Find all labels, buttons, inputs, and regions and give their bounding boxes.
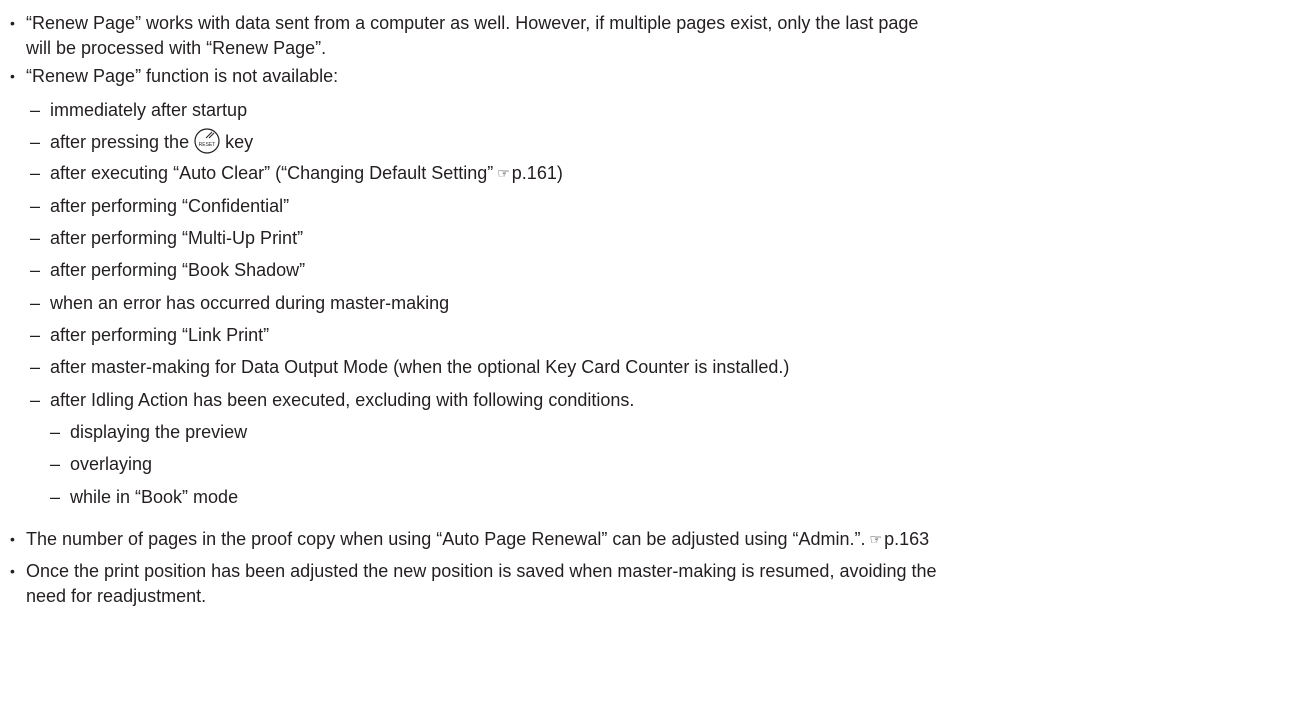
dash-marker: – xyxy=(30,228,41,248)
reset-key-icon: RESET xyxy=(193,127,221,155)
page-reference: p.161) xyxy=(511,163,563,183)
dash-marker: – xyxy=(30,196,41,216)
bullet-marker: • xyxy=(10,15,15,31)
exception-item: overlaying xyxy=(70,454,153,474)
bullet-2-line-1: “Renew Page” function is not available: xyxy=(26,66,339,86)
dash-marker: – xyxy=(50,454,61,474)
bullet-1-line-2: will be processed with “Renew Page”. xyxy=(26,37,326,61)
condition-item: after master-making for Data Output Mode… xyxy=(50,357,790,377)
note-1-text: The number of pages in the proof copy wh… xyxy=(26,529,866,549)
dash-marker: – xyxy=(50,487,61,507)
condition-item: after performing “Multi-Up Print” xyxy=(50,228,304,248)
condition-item: after performing “Link Print” xyxy=(50,325,270,345)
page-reference-icon: ☞ xyxy=(497,165,510,181)
bullet-1-line-2-text: will be processed with “Renew Page”. xyxy=(26,38,327,58)
bullet-marker: • xyxy=(10,68,15,84)
condition-item-reset: after pressing the RESET key xyxy=(50,128,254,155)
bullet-marker: • xyxy=(10,531,15,547)
dash-marker: – xyxy=(30,325,41,345)
bullet-1-line-1: “Renew Page” works with data sent from a… xyxy=(26,13,919,33)
condition-item: after performing “Confidential” xyxy=(50,196,290,216)
condition-text: after pressing the xyxy=(50,132,190,152)
dash-marker: – xyxy=(30,132,41,152)
condition-item: after performing “Book Shadow” xyxy=(50,260,306,280)
condition-text: after executing “Auto Clear” (“Changing … xyxy=(50,163,494,183)
reset-key-icon-svg: RESET xyxy=(194,128,220,154)
note-2-line-1: Once the print position has been adjuste… xyxy=(26,561,937,581)
condition-item-auto-clear: after executing “Auto Clear” (“Changing … xyxy=(50,162,563,186)
exception-item: displaying the preview xyxy=(70,422,248,442)
dash-marker: – xyxy=(30,100,41,120)
note-1-line: The number of pages in the proof copy wh… xyxy=(26,528,929,552)
condition-item: when an error has occurred during master… xyxy=(50,293,450,313)
note-2-line-2: need for readjustment. xyxy=(26,586,207,606)
document-page: • “Renew Page” works with data sent from… xyxy=(0,0,1300,719)
exception-item: while in “Book” mode xyxy=(70,487,239,507)
condition-text: key xyxy=(225,132,254,152)
dash-marker: – xyxy=(30,390,41,410)
dash-marker: – xyxy=(30,260,41,280)
condition-item: after Idling Action has been executed, e… xyxy=(50,390,635,410)
dash-marker: – xyxy=(50,422,61,442)
reset-key-label: RESET xyxy=(199,142,216,148)
page-reference: p.163 xyxy=(884,529,930,549)
bullet-marker: • xyxy=(10,563,15,579)
dash-marker: – xyxy=(30,293,41,313)
condition-item: immediately after startup xyxy=(50,100,248,120)
dash-marker: – xyxy=(30,357,41,377)
page-reference-icon: ☞ xyxy=(869,531,883,547)
dash-marker: – xyxy=(30,163,41,183)
